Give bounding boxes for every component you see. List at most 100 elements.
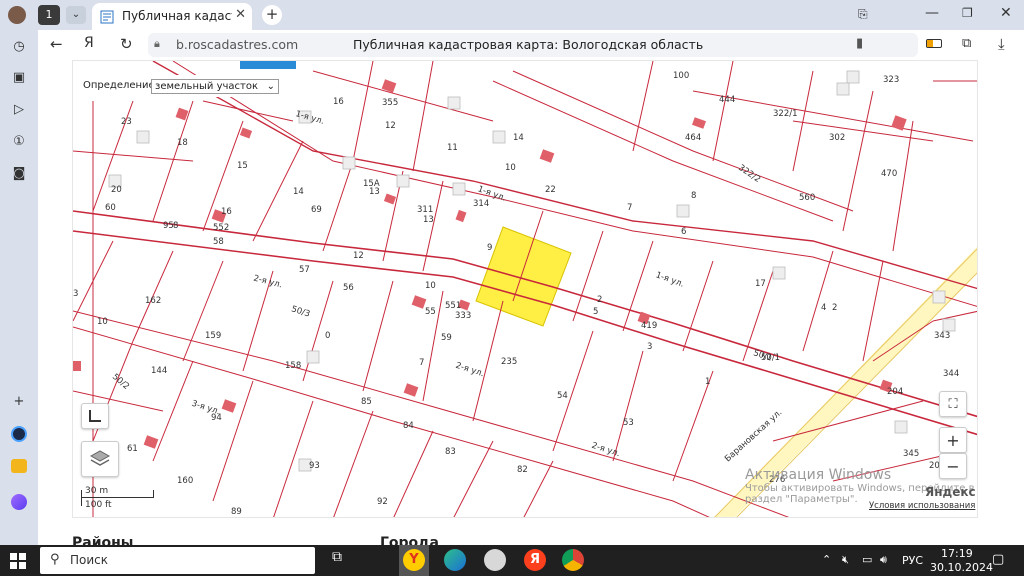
mail-icon[interactable] bbox=[9, 456, 29, 476]
parcel-number[interactable]: 16 bbox=[221, 207, 232, 217]
parcel-number[interactable]: 85 bbox=[361, 397, 372, 407]
parcel-number[interactable]: 84 bbox=[403, 421, 414, 431]
parcel-number[interactable]: 323 bbox=[883, 75, 899, 85]
yandex-logo-icon[interactable]: Я bbox=[84, 35, 94, 51]
layers-button[interactable] bbox=[81, 441, 119, 477]
parcel-number[interactable]: 12 bbox=[353, 251, 364, 261]
new-tab-button[interactable]: + bbox=[262, 5, 282, 25]
parcel-number[interactable]: 343 bbox=[934, 331, 950, 341]
parcel-number[interactable]: 333 bbox=[455, 311, 471, 321]
parcel-number[interactable]: 18 bbox=[177, 138, 188, 148]
parcel-number[interactable]: 204 bbox=[887, 387, 903, 397]
parcel-number[interactable]: 15 bbox=[237, 161, 248, 171]
chrome-icon[interactable] bbox=[562, 549, 584, 571]
avatar[interactable] bbox=[8, 6, 26, 24]
parcel-number[interactable]: 162 bbox=[145, 296, 161, 306]
parcel-number[interactable]: 6 bbox=[681, 227, 686, 237]
parcel-number[interactable]: 61 bbox=[127, 444, 138, 454]
parcel-number[interactable]: 20 bbox=[111, 185, 122, 195]
parcel-number[interactable]: 60 bbox=[105, 203, 116, 213]
parcel-number[interactable]: 2 bbox=[832, 303, 837, 313]
parcel-number[interactable]: 10 bbox=[97, 317, 108, 327]
parcel-number[interactable]: 344 bbox=[943, 369, 959, 379]
yandex-app-icon[interactable]: Я bbox=[524, 549, 546, 571]
parcel-number[interactable]: 551 bbox=[445, 301, 461, 311]
search-button-edge[interactable] bbox=[240, 61, 296, 69]
parcel-number[interactable]: 5 bbox=[593, 307, 598, 317]
fullscreen-button[interactable]: ⛶ bbox=[939, 391, 967, 417]
parcel-number[interactable]: 16 bbox=[333, 97, 344, 107]
clock-time[interactable]: 17:19 bbox=[941, 547, 973, 560]
parcel-number[interactable]: 23 bbox=[121, 117, 132, 127]
parcel-number[interactable]: 355 bbox=[382, 98, 398, 108]
parcel-number[interactable]: 311 bbox=[417, 205, 433, 215]
close-icon[interactable]: ✕ bbox=[235, 7, 246, 22]
parcel-number[interactable]: 54 bbox=[557, 391, 568, 401]
parcel-number[interactable]: 0 bbox=[325, 331, 330, 341]
parcel-number[interactable]: 83 bbox=[445, 447, 456, 457]
parcel-number[interactable]: 314 bbox=[473, 199, 489, 209]
parcel-number[interactable]: 1 bbox=[705, 377, 710, 387]
parcel-number[interactable]: 552 bbox=[213, 223, 229, 233]
parcel-number[interactable]: 69 bbox=[311, 205, 322, 215]
parcel-number[interactable]: 444 bbox=[719, 95, 735, 105]
terms-link[interactable]: Условия использования bbox=[869, 501, 975, 511]
minimize-icon[interactable]: — bbox=[925, 5, 939, 21]
taskbar-search[interactable]: ⚲ Поиск bbox=[40, 547, 315, 574]
parcel-number[interactable]: 14 bbox=[293, 187, 304, 197]
alice-app-icon[interactable] bbox=[9, 424, 29, 444]
parcel-number[interactable]: 2 bbox=[597, 295, 602, 305]
ruler-button[interactable] bbox=[81, 403, 109, 429]
maximize-icon[interactable]: ❐ bbox=[962, 6, 973, 20]
parcel-number[interactable]: 3 bbox=[73, 289, 78, 299]
parcel-number[interactable]: 89 bbox=[231, 507, 242, 517]
bookmarks-tab-icon[interactable]: ⎘ bbox=[858, 7, 868, 22]
screenshot-icon[interactable]: ◙ bbox=[9, 163, 29, 183]
parcel-number[interactable]: 53 bbox=[623, 418, 634, 428]
parcel-number[interactable]: 159 bbox=[205, 331, 221, 341]
reload-icon[interactable]: ↻ bbox=[120, 35, 133, 53]
yandex-browser-icon[interactable]: Y bbox=[399, 545, 429, 576]
paint-icon[interactable] bbox=[484, 549, 506, 571]
video-icon[interactable]: ▷ bbox=[9, 99, 29, 119]
battery-icon[interactable] bbox=[926, 39, 942, 48]
parcel-number[interactable]: 3 bbox=[647, 342, 652, 352]
cadastral-map[interactable]: 23 18 16 12 11 14 10 22 7 8 6 464 444 322/1 302 470 100 3… bbox=[72, 60, 978, 518]
edge-icon[interactable] bbox=[444, 549, 466, 571]
parcel-number[interactable]: 55 bbox=[425, 307, 436, 317]
parcel-number[interactable]: 464 bbox=[685, 133, 701, 143]
close-window-icon[interactable]: ✕ bbox=[1000, 5, 1012, 21]
parcel-number[interactable]: 82 bbox=[517, 465, 528, 475]
parcel-number[interactable]: 12 bbox=[385, 121, 396, 131]
parcel-number[interactable]: 92 bbox=[377, 497, 388, 507]
parcel-number[interactable]: 419 bbox=[641, 321, 657, 331]
parcel-number[interactable]: 13 bbox=[423, 215, 434, 225]
selected-parcel[interactable] bbox=[475, 226, 572, 327]
parcel-number[interactable]: 470 bbox=[881, 169, 897, 179]
clock-date[interactable]: 30.10.2024 bbox=[930, 561, 993, 574]
language-indicator[interactable]: РУС bbox=[902, 554, 923, 567]
back-icon[interactable]: ← bbox=[50, 35, 63, 53]
download-icon[interactable]: ⤓ bbox=[998, 35, 1005, 53]
parcel-number[interactable]: 9 bbox=[487, 243, 492, 253]
parcel-number[interactable]: 10 bbox=[425, 281, 436, 291]
tab-active[interactable]: Публичная кадастрова ✕ bbox=[92, 3, 252, 30]
parcel-number[interactable]: 100 bbox=[673, 71, 689, 81]
parcel-number[interactable]: 560 bbox=[799, 193, 815, 203]
windows-start-icon[interactable] bbox=[10, 553, 26, 569]
history-icon[interactable]: ◷ bbox=[9, 36, 29, 56]
parcel-number[interactable]: 57 bbox=[299, 265, 310, 275]
parcel-number[interactable]: 10 bbox=[505, 163, 516, 173]
parcel-number[interactable]: 58 bbox=[213, 237, 224, 247]
tab-counter-button[interactable]: 1 bbox=[38, 5, 60, 25]
tray-chevron-icon[interactable]: ⌃ bbox=[822, 553, 831, 566]
parcel-number[interactable]: 322/1 bbox=[773, 109, 798, 119]
parcel-number[interactable]: 11 bbox=[447, 143, 458, 153]
alice-icon[interactable] bbox=[9, 492, 29, 512]
task-view-icon[interactable]: ⧉ bbox=[326, 549, 348, 571]
parcel-number[interactable]: 7 bbox=[419, 358, 424, 368]
notification-icon[interactable]: ▢ bbox=[992, 552, 1004, 567]
parcel-number[interactable]: 13 bbox=[369, 187, 380, 197]
parcel-number[interactable]: 8 bbox=[691, 191, 696, 201]
parcel-number[interactable]: 56 bbox=[343, 283, 354, 293]
